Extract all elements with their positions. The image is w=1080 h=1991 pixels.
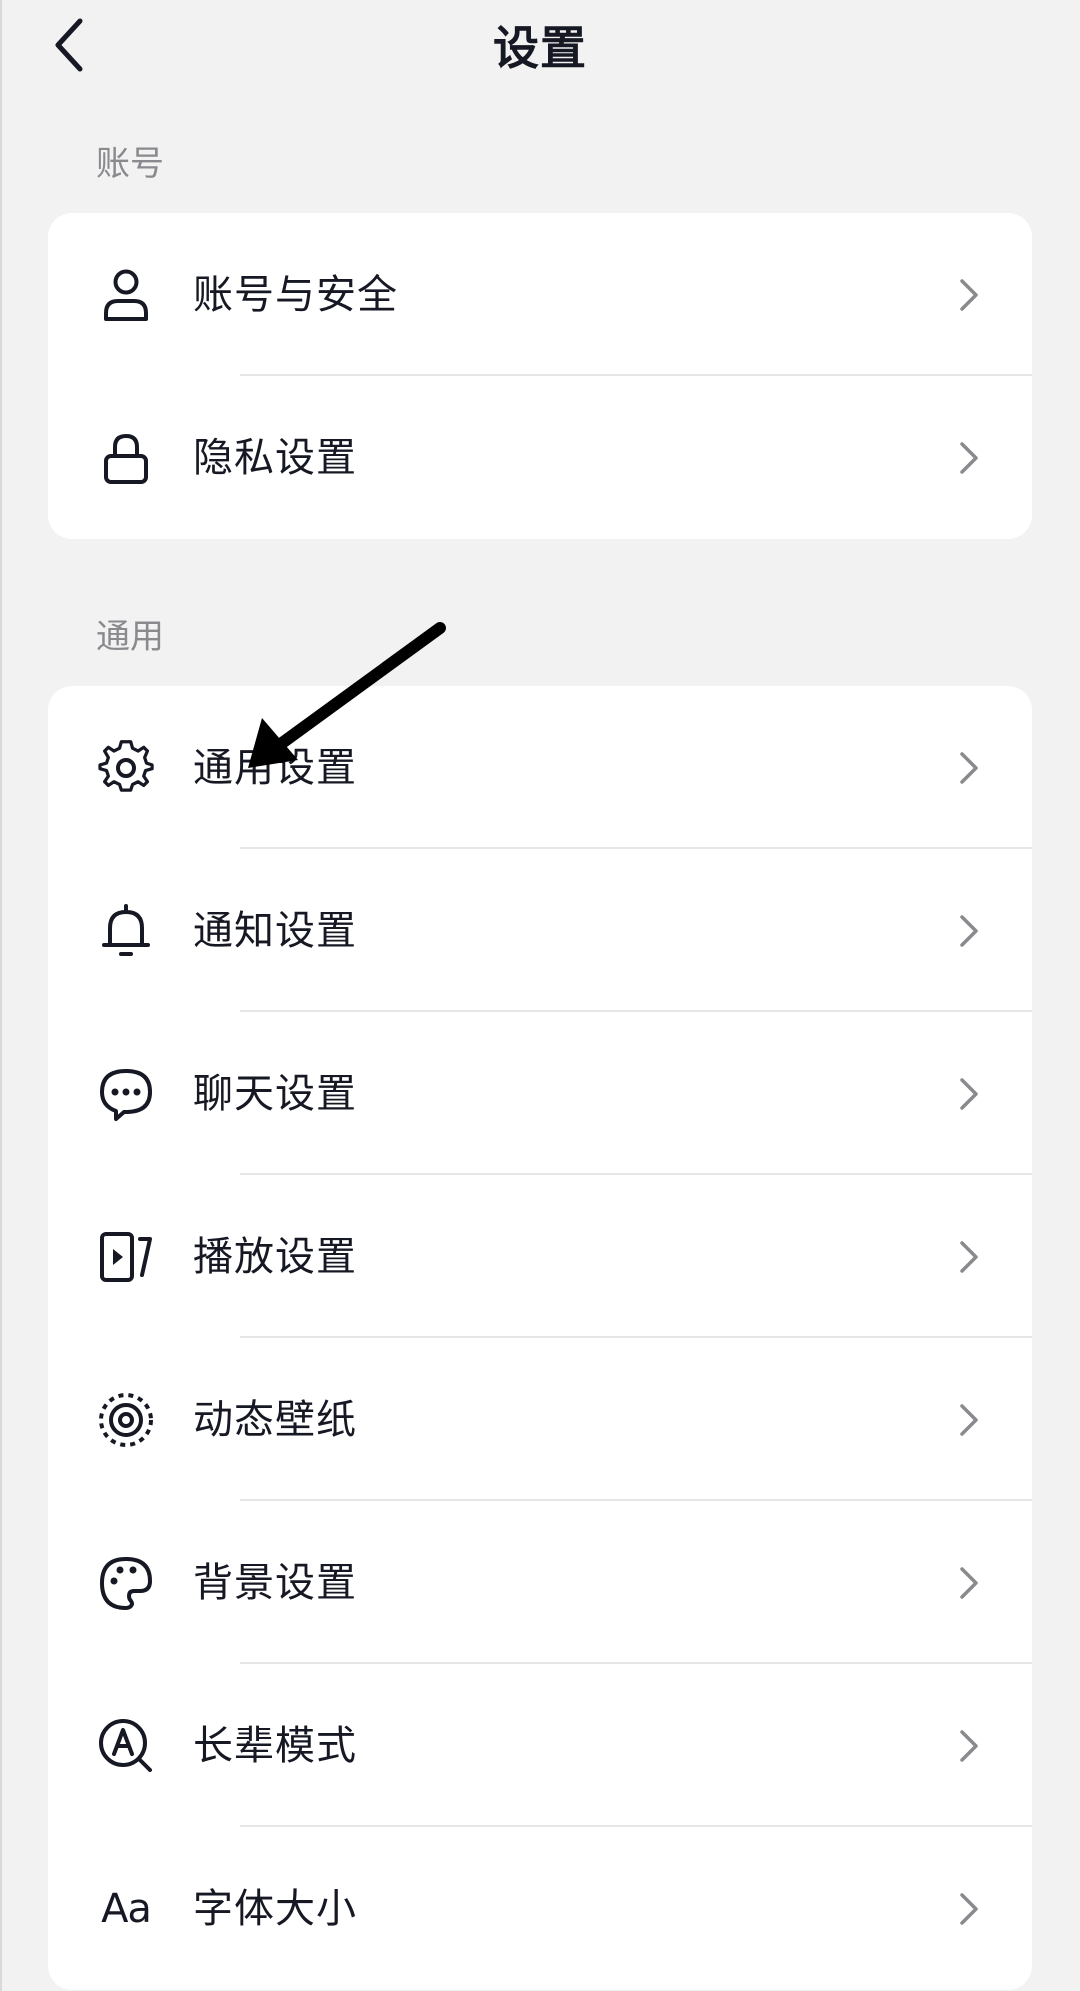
chevron-right-icon: [954, 911, 984, 951]
settings-row-elder-mode[interactable]: 长辈模式: [48, 1664, 1032, 1827]
settings-row-font-size[interactable]: Aa 字体大小: [48, 1827, 1032, 1990]
settings-row-label: 长辈模式: [193, 1722, 357, 1769]
settings-row-label: 通知设置: [193, 907, 357, 954]
chevron-right-icon: [954, 1563, 984, 1603]
left-edge-line: [0, 0, 2, 1991]
play-icon: [96, 1227, 156, 1287]
settings-row-general[interactable]: 通用设置: [48, 686, 1032, 849]
page-title: 设置: [493, 21, 587, 75]
wallpaper-icon: [96, 1390, 156, 1450]
chevron-right-icon: [954, 748, 984, 788]
settings-row-label: 动态壁纸: [193, 1396, 357, 1443]
chevron-right-icon: [954, 1726, 984, 1766]
settings-row-label: 隐私设置: [193, 434, 357, 481]
chevron-right-icon: [954, 275, 984, 315]
bell-icon: [96, 901, 156, 961]
general-card: 通用设置 通知设置 聊天设置 播放设置 动态壁纸 背景设置 长辈模式 Aa 字体…: [48, 686, 1032, 1990]
settings-row-label: 通用设置: [193, 744, 357, 791]
elder-mode-icon: [96, 1716, 156, 1776]
header: 设置: [0, 0, 1080, 110]
settings-row-label: 字体大小: [193, 1885, 357, 1932]
lock-icon: [96, 428, 156, 488]
section-label-account: 账号: [96, 144, 164, 184]
chevron-right-icon: [954, 1237, 984, 1277]
settings-row-label: 背景设置: [193, 1559, 357, 1606]
palette-icon: [96, 1553, 156, 1613]
settings-row-chat[interactable]: 聊天设置: [48, 1012, 1032, 1175]
gear-icon: [96, 738, 156, 798]
chevron-right-icon: [954, 1889, 984, 1929]
settings-row-wallpaper[interactable]: 动态壁纸: [48, 1338, 1032, 1501]
chevron-right-icon: [954, 438, 984, 478]
account-card: 账号与安全 隐私设置: [48, 213, 1032, 539]
settings-row-account-security[interactable]: 账号与安全: [48, 213, 1032, 376]
font-size-icon: Aa: [91, 1879, 161, 1939]
chevron-right-icon: [954, 1400, 984, 1440]
settings-row-playback[interactable]: 播放设置: [48, 1175, 1032, 1338]
person-icon: [96, 265, 156, 325]
settings-row-background[interactable]: 背景设置: [48, 1501, 1032, 1664]
section-label-general: 通用: [96, 617, 164, 657]
settings-row-notifications[interactable]: 通知设置: [48, 849, 1032, 1012]
settings-row-label: 播放设置: [193, 1233, 357, 1280]
settings-row-label: 账号与安全: [193, 271, 398, 318]
chat-bubble-icon: [96, 1064, 156, 1124]
settings-row-privacy[interactable]: 隐私设置: [48, 376, 1032, 539]
chevron-right-icon: [954, 1074, 984, 1114]
font-size-icon-text: Aa: [101, 1885, 152, 1932]
settings-row-label: 聊天设置: [193, 1070, 357, 1117]
